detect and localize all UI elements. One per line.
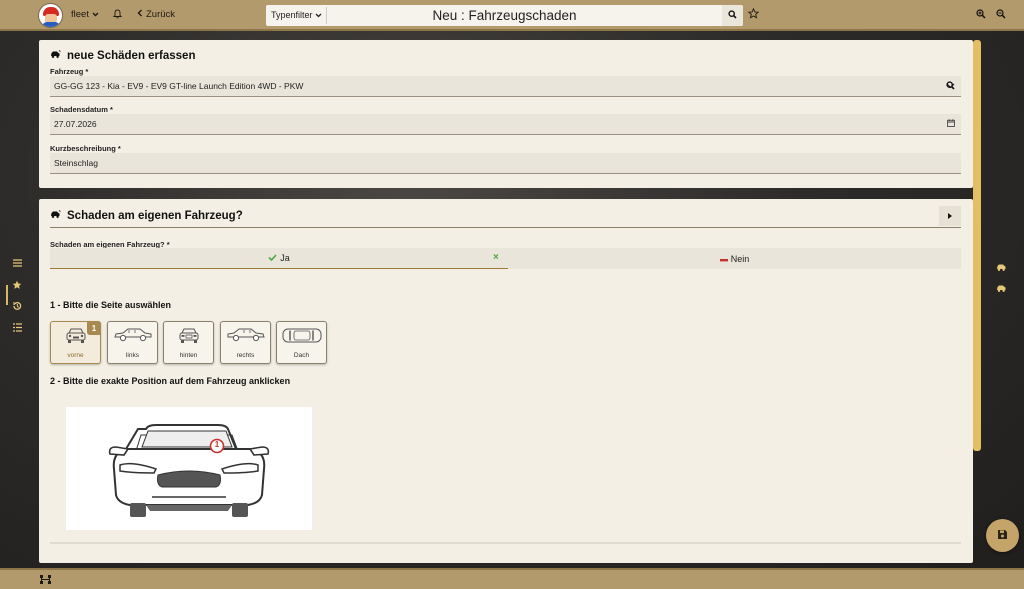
search-icon [946,81,955,92]
section-header: Schaden am eigenen Fahrzeug? [50,204,961,228]
chevron-left-icon [137,9,143,20]
history-icon[interactable] [10,299,24,313]
star-outline-icon [747,7,760,21]
app-logo[interactable] [38,3,63,28]
divider [50,542,961,544]
back-button[interactable]: Zurück [137,9,175,20]
zoom-out-button[interactable] [996,9,1006,21]
scrollbar[interactable] [973,40,981,451]
date-field[interactable]: 27.07.2026 [50,114,961,135]
check-icon [268,253,277,263]
damage-marker-label[interactable]: 1 [213,440,221,449]
new-damage-panel: neue Schäden erfassen Fahrzeug * GG-GG 1… [39,40,973,188]
no-option[interactable]: Nein [508,248,961,269]
minus-icon [719,254,728,264]
save-button[interactable] [986,519,1019,552]
side-label: Dach [293,352,310,359]
car-crash-icon [50,50,61,62]
search-icon [728,10,737,21]
own-vehicle-panel: Schaden am eigenen Fahrzeug? Schaden am … [39,199,973,563]
user-label: fleet [71,9,89,20]
description-value: Steinschlag [54,158,98,168]
global-search: Typenfilter Neu : Fahrzeugschaden [266,5,743,26]
vehicle-search-button[interactable] [946,81,955,92]
zoom-in-button[interactable] [976,9,986,21]
side-button-rechts[interactable]: rechts [220,321,271,364]
vehicle-select[interactable]: GG-GG 123 - Kia - EV9 - EV9 GT-line Laun… [50,76,961,97]
side-label: links [125,352,139,359]
vehicle-value: GG-GG 123 - Kia - EV9 - EV9 GT-line Laun… [54,81,304,91]
clear-selection-icon[interactable]: × [493,252,499,263]
active-indicator [6,285,8,305]
car-crash-icon[interactable] [996,284,1010,296]
car-crash-icon [50,210,61,222]
search-button[interactable] [722,5,743,26]
description-label: Kurzbeschreibung * [50,144,121,153]
side-button-hinten[interactable]: hinten [163,321,214,364]
caret-right-icon [948,211,952,221]
section-toggle-button[interactable] [939,206,961,226]
yes-option[interactable]: Ja × [50,248,508,269]
list-icon[interactable] [10,320,24,334]
back-label: Zurück [146,9,176,20]
side-button-links[interactable]: links [107,321,158,364]
star-icon[interactable] [10,278,24,292]
vehicle-position-image[interactable]: 1 [66,407,312,530]
footer-bar [0,568,1024,589]
calendar-icon[interactable] [947,119,955,129]
section-title: Schaden am eigenen Fahrzeug? [50,210,243,222]
side-button-vorne[interactable]: 1 vorne [50,321,101,364]
panel-title: neue Schäden erfassen [50,50,195,62]
no-label: Nein [730,253,750,264]
side-label: hinten [179,352,198,359]
zoom-in-icon [976,9,986,21]
top-bar: fleet Zurück Typenfilter Neu : Fahrzeugs… [0,0,1024,31]
yes-label: Ja [280,253,290,263]
save-icon [997,529,1008,542]
description-field[interactable]: Steinschlag [50,153,961,174]
side-button-dach[interactable]: Dach [276,321,327,364]
section-title-text: Schaden am eigenen Fahrzeug? [67,210,243,222]
bell-icon[interactable] [113,9,122,19]
step-2-heading: 2 - Bitte die exakte Position auf dem Fa… [50,376,291,386]
panel-title-text: neue Schäden erfassen [67,50,196,62]
favorite-button[interactable] [747,7,760,21]
chevron-down-icon [92,9,99,20]
page-title: Neu : Fahrzeugschaden [432,8,577,23]
side-label: vorne [67,352,84,359]
step-1-heading: 1 - Bitte die Seite auswählen [50,300,172,310]
damage-count-badge: 1 [87,321,101,335]
side-label: rechts [236,352,255,359]
menu-icon[interactable] [10,256,24,270]
vehicle-label: Fahrzeug * [50,67,89,76]
user-menu-button[interactable]: fleet [71,9,99,20]
car-crash-icon[interactable] [996,263,1010,275]
left-sidebar [0,33,34,567]
date-value: 27.07.2026 [54,119,97,129]
date-label: Schadensdatum * [50,105,113,114]
yes-no-toggle: Ja × Nein [50,248,961,269]
zoom-out-icon [996,9,1006,21]
hierarchy-icon[interactable] [40,575,51,586]
